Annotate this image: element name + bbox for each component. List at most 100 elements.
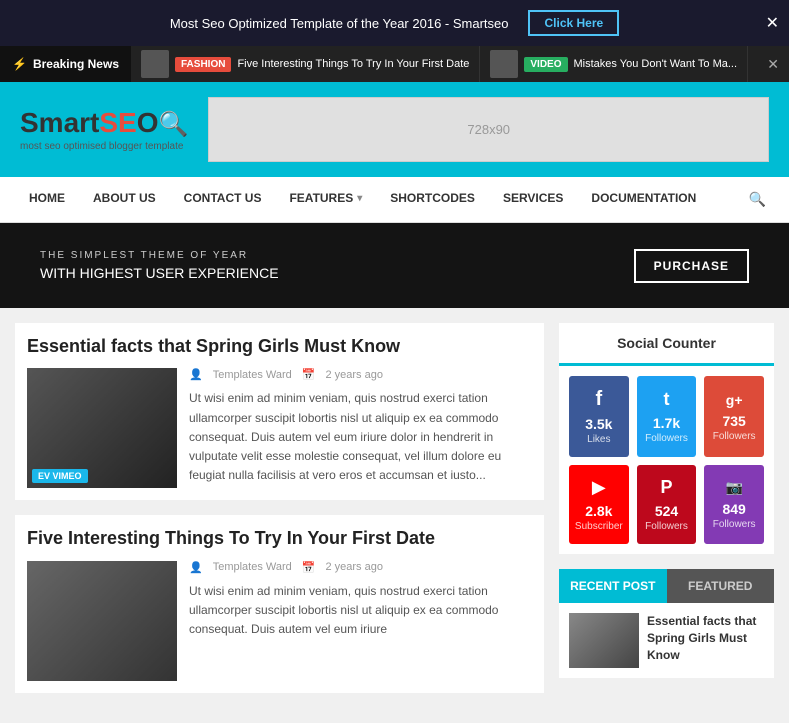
article-info-1: 👤 Templates Ward 📅 2 years ago Ut wisi e… bbox=[189, 368, 532, 488]
breaking-thumb-2 bbox=[490, 50, 518, 78]
tab-content: Essential facts that Spring Girls Must K… bbox=[559, 603, 774, 678]
pinterest-icon: P bbox=[660, 477, 672, 498]
twitter-label: Followers bbox=[645, 433, 688, 444]
nav-shortcodes[interactable]: SHORTCODES bbox=[376, 177, 489, 222]
social-grid: f 3.5k Likes t 1.7k Followers g+ 735 Fol… bbox=[559, 366, 774, 554]
fashion-badge: FASHION bbox=[175, 57, 231, 72]
breaking-news-text: Breaking News bbox=[33, 57, 119, 71]
vimeo-badge: EV VIMEO bbox=[32, 469, 88, 483]
site-header: SmartSEO🔍 most seo optimised blogger tem… bbox=[0, 82, 789, 177]
purchase-button[interactable]: PURCHASE bbox=[634, 249, 749, 283]
social-counter-widget: Social Counter f 3.5k Likes t 1.7k Follo… bbox=[559, 323, 774, 554]
tab-featured[interactable]: FEATURED bbox=[667, 569, 775, 603]
instagram-icon: 📷 bbox=[725, 479, 742, 496]
hero-subtitle: THE SIMPLEST THEME OF YEAR bbox=[40, 250, 279, 261]
article-text-1: Ut wisi enim ad minim veniam, quis nostr… bbox=[189, 389, 532, 485]
article-body-2: 👤 Templates Ward 📅 2 years ago Ut wisi e… bbox=[27, 561, 532, 681]
logo-seo: SE bbox=[99, 107, 136, 138]
article-thumb-1: EV VIMEO bbox=[27, 368, 177, 488]
breaking-news-bar: ⚡ Breaking News FASHION Five Interesting… bbox=[0, 46, 789, 82]
nav-features[interactable]: FEATURES ▾ bbox=[275, 177, 376, 222]
social-card-google[interactable]: g+ 735 Followers bbox=[704, 376, 764, 457]
click-here-button[interactable]: Click Here bbox=[528, 10, 619, 36]
thumb-gradient-1: EV VIMEO bbox=[27, 368, 177, 488]
user-icon: 👤 bbox=[189, 368, 203, 381]
social-card-instagram[interactable]: 📷 849 Followers bbox=[704, 465, 764, 544]
breaking-item-2[interactable]: VIDEO Mistakes You Don't Want To Ma... bbox=[480, 46, 748, 82]
site-logo[interactable]: SmartSEO🔍 most seo optimised blogger tem… bbox=[20, 107, 188, 152]
tab-header: RECENT POST FEATURED bbox=[559, 569, 774, 603]
nav-home[interactable]: HOME bbox=[15, 177, 79, 222]
breaking-close-icon[interactable]: ✕ bbox=[757, 56, 789, 73]
twitter-icon: t bbox=[663, 389, 669, 410]
facebook-count: 3.5k bbox=[585, 416, 612, 432]
main-nav: HOME ABOUT US CONTACT US FEATURES ▾ SHOR… bbox=[0, 177, 789, 223]
logo-text: SmartSEO🔍 bbox=[20, 107, 188, 139]
breaking-news-items: FASHION Five Interesting Things To Try I… bbox=[131, 46, 757, 82]
breaking-item-1[interactable]: FASHION Five Interesting Things To Try I… bbox=[131, 46, 480, 82]
thumb-gradient-2 bbox=[27, 561, 177, 681]
tab-article-title[interactable]: Essential facts that Spring Girls Must K… bbox=[647, 613, 764, 668]
logo-smart: Smart bbox=[20, 107, 99, 138]
video-badge: VIDEO bbox=[524, 57, 567, 72]
logo-magnifier-icon: 🔍 bbox=[159, 111, 189, 138]
article-content-1: Ut wisi enim ad minim veniam, quis nostr… bbox=[189, 391, 501, 482]
nav-documentation[interactable]: DOCUMENTATION bbox=[577, 177, 710, 222]
youtube-icon: ▶ bbox=[592, 477, 606, 498]
article-body-1: EV VIMEO 👤 Templates Ward 📅 2 years ago … bbox=[27, 368, 532, 488]
user-icon-2: 👤 bbox=[189, 561, 203, 574]
content-area: Essential facts that Spring Girls Must K… bbox=[15, 323, 544, 708]
instagram-label: Followers bbox=[713, 519, 756, 530]
facebook-label: Likes bbox=[587, 434, 610, 445]
facebook-icon: f bbox=[595, 388, 602, 411]
top-bar-message: Most Seo Optimized Template of the Year … bbox=[170, 16, 509, 31]
lightning-icon: ⚡ bbox=[12, 57, 27, 71]
breaking-news-label: ⚡ Breaking News bbox=[0, 46, 131, 82]
breaking-text-1: Five Interesting Things To Try In Your F… bbox=[237, 58, 469, 70]
hero-banner: THE SIMPLEST THEME OF YEAR WITH HIGHEST … bbox=[0, 223, 789, 308]
header-ad-banner: 728x90 bbox=[208, 97, 769, 162]
article-title-1[interactable]: Essential facts that Spring Girls Must K… bbox=[27, 335, 532, 358]
search-icon[interactable]: 🔍 bbox=[741, 177, 774, 222]
logo-o: O bbox=[137, 107, 159, 138]
article-meta-1: 👤 Templates Ward 📅 2 years ago bbox=[189, 368, 532, 381]
google-label: Followers bbox=[713, 431, 756, 442]
logo-tagline: most seo optimised blogger template bbox=[20, 141, 188, 152]
date-2: 2 years ago bbox=[325, 561, 382, 573]
tab-recent-post[interactable]: RECENT POST bbox=[559, 569, 667, 603]
date-1: 2 years ago bbox=[325, 369, 382, 381]
nav-services[interactable]: SERVICES bbox=[489, 177, 577, 222]
social-card-facebook[interactable]: f 3.5k Likes bbox=[569, 376, 629, 457]
article-title-2[interactable]: Five Interesting Things To Try In Your F… bbox=[27, 527, 532, 550]
instagram-count: 849 bbox=[722, 501, 745, 517]
article-content-2: Ut wisi enim ad minim veniam, quis nostr… bbox=[189, 584, 498, 636]
pinterest-count: 524 bbox=[655, 503, 678, 519]
close-topbar-button[interactable]: ✕ bbox=[766, 13, 779, 33]
google-icon: g+ bbox=[726, 392, 743, 408]
article-info-2: 👤 Templates Ward 📅 2 years ago Ut wisi e… bbox=[189, 561, 532, 681]
recent-featured-widget: RECENT POST FEATURED Essential facts tha… bbox=[559, 569, 774, 678]
social-card-youtube[interactable]: ▶ 2.8k Subscriber bbox=[569, 465, 629, 544]
ad-size-label: 728x90 bbox=[467, 122, 510, 137]
calendar-icon: 📅 bbox=[302, 368, 316, 381]
nav-about-us[interactable]: ABOUT US bbox=[79, 177, 170, 222]
article-text-2: Ut wisi enim ad minim veniam, quis nostr… bbox=[189, 582, 532, 640]
google-count: 735 bbox=[722, 413, 745, 429]
breaking-thumb-1 bbox=[141, 50, 169, 78]
nav-contact-us[interactable]: CONTACT US bbox=[170, 177, 276, 222]
author-1: Templates Ward bbox=[213, 369, 292, 381]
main-layout: Essential facts that Spring Girls Must K… bbox=[0, 308, 789, 723]
social-card-twitter[interactable]: t 1.7k Followers bbox=[637, 376, 697, 457]
features-dropdown-arrow: ▾ bbox=[357, 193, 362, 204]
article-card-1: Essential facts that Spring Girls Must K… bbox=[15, 323, 544, 500]
youtube-count: 2.8k bbox=[585, 503, 612, 519]
sidebar: Social Counter f 3.5k Likes t 1.7k Follo… bbox=[559, 323, 774, 708]
article-meta-2: 👤 Templates Ward 📅 2 years ago bbox=[189, 561, 532, 574]
social-card-pinterest[interactable]: P 524 Followers bbox=[637, 465, 697, 544]
tab-article-thumb bbox=[569, 613, 639, 668]
hero-title: WITH HIGHEST USER EXPERIENCE bbox=[40, 265, 279, 281]
social-counter-title: Social Counter bbox=[559, 323, 774, 366]
pinterest-label: Followers bbox=[645, 521, 688, 532]
article-thumb-2 bbox=[27, 561, 177, 681]
top-bar: Most Seo Optimized Template of the Year … bbox=[0, 0, 789, 46]
